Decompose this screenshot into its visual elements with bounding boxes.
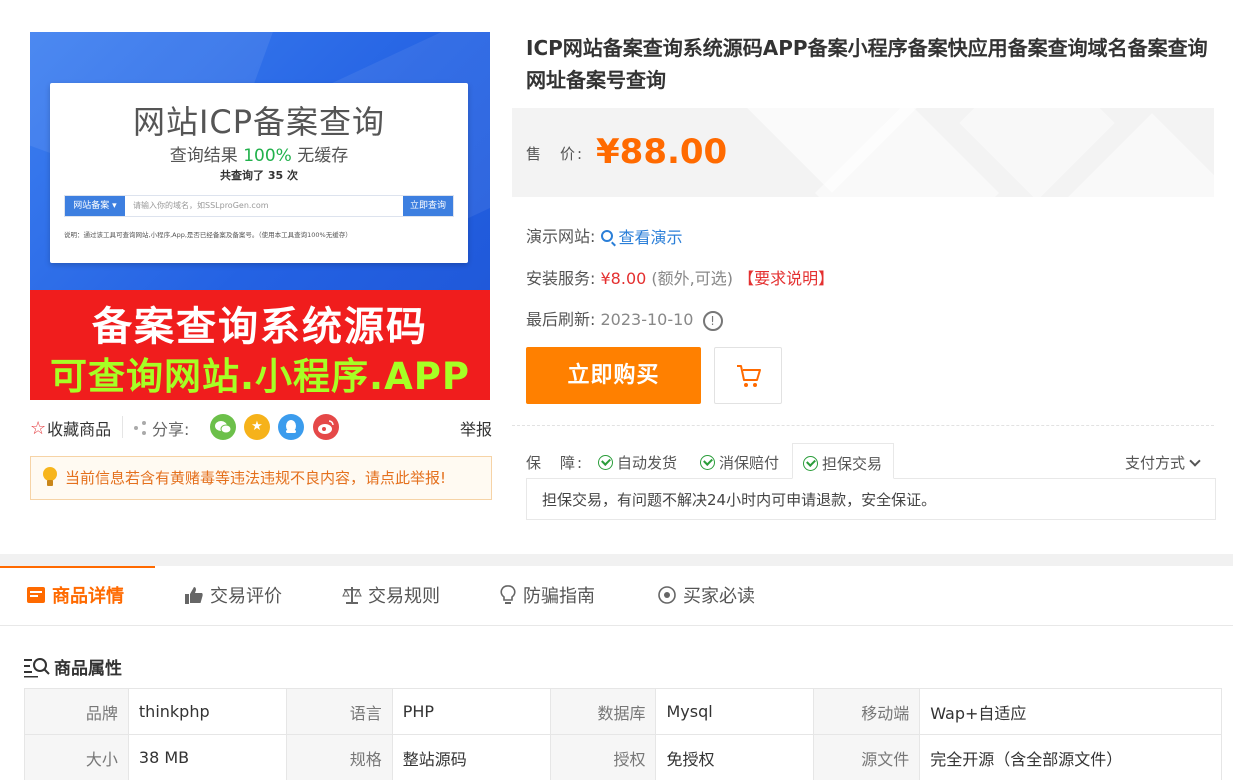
attr-value: Mysql	[655, 688, 815, 735]
attr-value: thinkphp	[127, 688, 287, 735]
refresh-row: 最后刷新: 2023-10-10 !	[526, 306, 723, 331]
attr-key: 规格	[285, 734, 393, 780]
attr-key: 语言	[285, 688, 393, 735]
buy-now-button[interactable]: 立即购买	[526, 347, 701, 404]
tab-anti-fraud-guide[interactable]: 防骗指南	[499, 566, 595, 626]
weibo-share-icon[interactable]	[313, 414, 339, 440]
guarantee-auto-delivery[interactable]: 自动发货	[598, 452, 677, 473]
wechat-share-icon[interactable]	[210, 414, 236, 440]
info-icon[interactable]: !	[702, 310, 723, 331]
qzone-share-icon[interactable]: ★	[244, 414, 270, 440]
tab-buyer-must-read[interactable]: 买家必读	[657, 566, 755, 626]
guarantee-consumer-protection[interactable]: 消保赔付	[700, 452, 779, 473]
chevron-down-icon	[1189, 455, 1201, 467]
refresh-date: 2023-10-10	[600, 310, 694, 329]
install-row: 安装服务: ¥8.00 (额外,可选) 【要求说明】	[526, 265, 834, 289]
attributes-table: 品牌 thinkphp 语言 PHP 数据库 Mysql 移动端 Wap+自适应…	[24, 688, 1222, 780]
search-icon	[600, 230, 613, 242]
cart-icon	[737, 365, 761, 387]
guarantee-description: 担保交易，有问题不解决24小时内可申请退款，安全保证。	[526, 478, 1216, 520]
price-label: 售 价:	[526, 145, 585, 163]
mock-query-button: 立即查询	[403, 196, 453, 216]
attr-key: 源文件	[813, 734, 921, 780]
document-icon	[27, 587, 45, 603]
divider	[122, 416, 123, 438]
attr-key: 品牌	[24, 688, 129, 735]
lightbulb-icon	[500, 585, 516, 604]
mock-select: 网站备案 ▾	[65, 196, 125, 216]
search-list-icon	[24, 657, 50, 677]
share-icon	[134, 421, 148, 435]
divider	[512, 425, 1214, 426]
banner-line-1: 备案查询系统源码	[92, 304, 428, 350]
tab-trade-rules[interactable]: 交易规则	[342, 566, 440, 626]
mock-count: 共查询了 35 次	[220, 169, 298, 182]
thumbs-up-icon	[185, 587, 203, 604]
attr-key: 授权	[549, 734, 657, 780]
install-note: (额外,可选)	[651, 269, 733, 288]
product-title: ICP网站备案查询系统源码APP备案小程序备案快应用备案查询域名备案查询网址备案…	[526, 36, 1208, 92]
detail-tabs: 商品详情 交易评价 交易规则 防骗指南 买家必读	[0, 566, 1233, 626]
attr-value: 免授权	[655, 734, 815, 780]
action-bar: ☆ 收藏商品 分享: ★ 举报	[30, 412, 492, 442]
install-price: ¥8.00	[600, 269, 647, 288]
check-circle-icon	[700, 455, 715, 470]
attributes-heading: 商品属性	[24, 654, 122, 679]
table-row: 大小 38 MB 规格 整站源码 授权 免授权 源文件 完全开源（含全部源文件）	[24, 734, 1222, 780]
demo-row: 演示网站: 查看演示	[526, 223, 683, 248]
report-warning-text: 当前信息若含有黄赌毒等违法违规不良内容，请点此举报!	[65, 469, 447, 487]
attr-value: 完全开源（含全部源文件）	[919, 734, 1222, 780]
attr-key: 大小	[24, 734, 129, 780]
screenshot-card: 网站ICP备案查询 查询结果 100% 无缓存 共查询了 35 次 网站备案 ▾…	[50, 83, 468, 263]
check-circle-icon	[803, 456, 818, 471]
tab-product-details[interactable]: 商品详情	[0, 566, 155, 626]
price-box: 售 价: ¥88.00	[512, 108, 1214, 197]
attr-value: PHP	[391, 688, 551, 735]
favorite-button[interactable]: ☆ 收藏商品	[30, 416, 111, 440]
table-row: 品牌 thinkphp 语言 PHP 数据库 Mysql 移动端 Wap+自适应	[24, 688, 1222, 735]
tab-reviews[interactable]: 交易评价	[184, 566, 282, 626]
mock-title: 网站ICP备案查询	[132, 103, 386, 141]
mock-subtitle: 查询结果 100% 无缓存	[169, 146, 349, 166]
mock-placeholder: 请输入你的域名，如SSLproGen.com	[133, 201, 269, 210]
attr-key: 移动端	[813, 688, 921, 735]
target-icon	[658, 586, 676, 604]
lightbulb-icon	[43, 467, 57, 487]
guarantee-label: 保 障:	[526, 454, 585, 472]
banner-line-2: 可查询网站.小程序.APP	[50, 355, 470, 398]
guarantee-escrow-tab[interactable]: 担保交易	[792, 443, 894, 479]
star-icon: ☆	[30, 417, 47, 439]
scales-icon	[342, 587, 362, 604]
attr-value: 整站源码	[391, 734, 551, 780]
report-link[interactable]: 举报	[460, 416, 492, 440]
demo-label: 演示网站:	[526, 227, 596, 246]
section-divider	[0, 554, 1233, 566]
refresh-label: 最后刷新:	[526, 310, 596, 329]
attr-key: 数据库	[549, 688, 657, 735]
mock-search-bar: 网站备案 ▾ 请输入你的域名，如SSLproGen.com 立即查询	[64, 195, 454, 217]
demo-link[interactable]: 查看演示	[600, 224, 683, 248]
payment-methods-toggle[interactable]: 支付方式	[1125, 452, 1201, 473]
install-requirement-link[interactable]: 【要求说明】	[738, 269, 834, 288]
product-image[interactable]: 网站ICP备案查询 查询结果 100% 无缓存 共查询了 35 次 网站备案 ▾…	[30, 32, 490, 400]
mock-note: 说明：通过该工具可查询网站,小程序,App,是否已经备案及备案号。（使用本工具查…	[64, 231, 352, 239]
qq-share-icon[interactable]	[278, 414, 304, 440]
banner: 备案查询系统源码 可查询网站.小程序.APP	[30, 290, 490, 400]
check-circle-icon	[598, 455, 613, 470]
favorite-label: 收藏商品	[47, 420, 112, 439]
add-to-cart-button[interactable]	[714, 347, 782, 404]
price-value: ¥88.00	[596, 132, 728, 172]
attr-value: 38 MB	[127, 734, 287, 780]
share-label: 分享:	[134, 416, 189, 440]
attr-value: Wap+自适应	[919, 688, 1222, 735]
report-warning[interactable]: 当前信息若含有黄赌毒等违法违规不良内容，请点此举报!	[30, 456, 492, 500]
install-label: 安装服务:	[526, 269, 596, 288]
